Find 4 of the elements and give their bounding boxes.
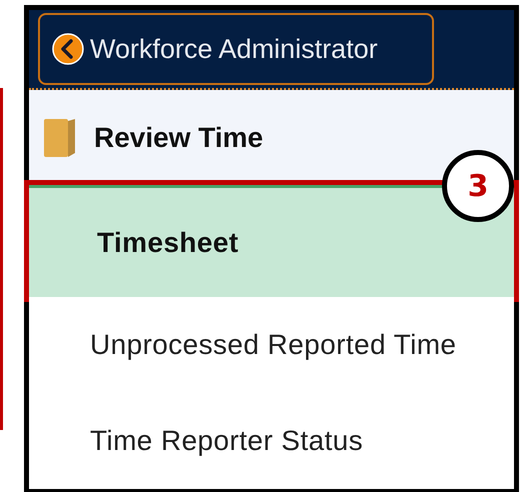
folder-label: Review Time: [94, 122, 264, 154]
folder-icon: [42, 116, 76, 158]
back-button[interactable]: Workforce Administrator: [38, 13, 434, 85]
back-chevron-icon: [52, 33, 84, 65]
